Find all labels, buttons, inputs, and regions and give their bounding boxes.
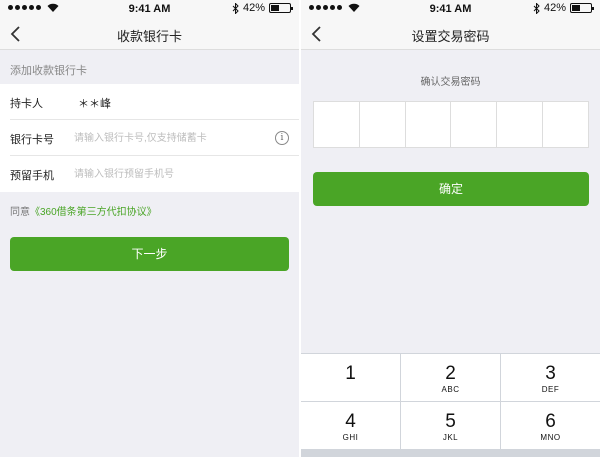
key-3[interactable]: 3 DEF xyxy=(501,354,600,401)
bluetooth-icon xyxy=(533,2,540,14)
battery-percent: 42% xyxy=(543,2,566,14)
agreement-link[interactable]: 《360借条第三方代扣协议》 xyxy=(30,207,157,218)
card-number-label: 银行卡号 xyxy=(10,134,54,146)
cardholder-label: 持卡人 xyxy=(10,98,43,110)
battery-icon xyxy=(570,3,594,13)
pin-cell[interactable] xyxy=(543,102,588,147)
battery-icon xyxy=(269,3,293,13)
nav-bar: 收款银行卡 xyxy=(0,18,299,50)
key-4[interactable]: 4 GHI xyxy=(301,402,400,449)
key-2[interactable]: 2 ABC xyxy=(401,354,500,401)
cardholder-row: 持卡人 ＊＊峰 xyxy=(10,84,299,120)
right-screen: 9:41 AM 42% 设置交易密码 确认交易密码 确定 1 2 ABC 3 DEF… xyxy=(301,0,600,457)
pin-cell[interactable] xyxy=(360,102,406,147)
phone-input[interactable] xyxy=(74,164,264,184)
info-icon[interactable]: i xyxy=(275,131,289,145)
page-title: 收款银行卡 xyxy=(116,29,182,44)
key-1[interactable]: 1 xyxy=(301,354,400,401)
key-6[interactable]: 6 MNO xyxy=(501,402,600,449)
section-header: 添加收款银行卡 xyxy=(0,52,299,84)
key-5[interactable]: 5 JKL xyxy=(401,402,500,449)
confirm-password-label: 确认交易密码 xyxy=(420,77,481,88)
bluetooth-icon xyxy=(232,2,239,14)
cardholder-value: ＊＊峰 xyxy=(78,98,111,110)
pin-cell[interactable] xyxy=(314,102,360,147)
nav-bar: 设置交易密码 xyxy=(301,18,600,50)
status-bar: 9:41 AM 42% xyxy=(301,0,600,18)
card-number-row: 银行卡号 i xyxy=(10,120,299,156)
agreement-text: 同意《360借条第三方代扣协议》 xyxy=(10,203,157,218)
page-title: 设置交易密码 xyxy=(411,29,490,44)
agreement-prefix: 同意 xyxy=(10,207,30,218)
next-step-button[interactable]: 下一步 xyxy=(10,237,289,271)
left-screen: 9:41 AM 42% 收款银行卡 添加收款银行卡 持卡人 ＊＊峰 银行卡号 i… xyxy=(0,0,299,457)
confirm-button[interactable]: 确定 xyxy=(313,172,589,206)
pin-cell[interactable] xyxy=(406,102,452,147)
bank-card-form: 持卡人 ＊＊峰 银行卡号 i 预留手机 xyxy=(0,84,299,192)
phone-row: 预留手机 xyxy=(10,156,299,192)
pin-cell[interactable] xyxy=(497,102,544,147)
pin-cell[interactable] xyxy=(451,102,498,147)
status-bar: 9:41 AM 42% xyxy=(0,0,299,18)
card-number-input[interactable] xyxy=(74,128,264,148)
numeric-keypad: 1 2 ABC 3 DEF 4 GHI 5 JKL 6 MNO xyxy=(301,353,600,457)
battery-percent: 42% xyxy=(242,2,265,14)
password-input[interactable] xyxy=(313,101,589,148)
phone-label: 预留手机 xyxy=(10,170,54,182)
